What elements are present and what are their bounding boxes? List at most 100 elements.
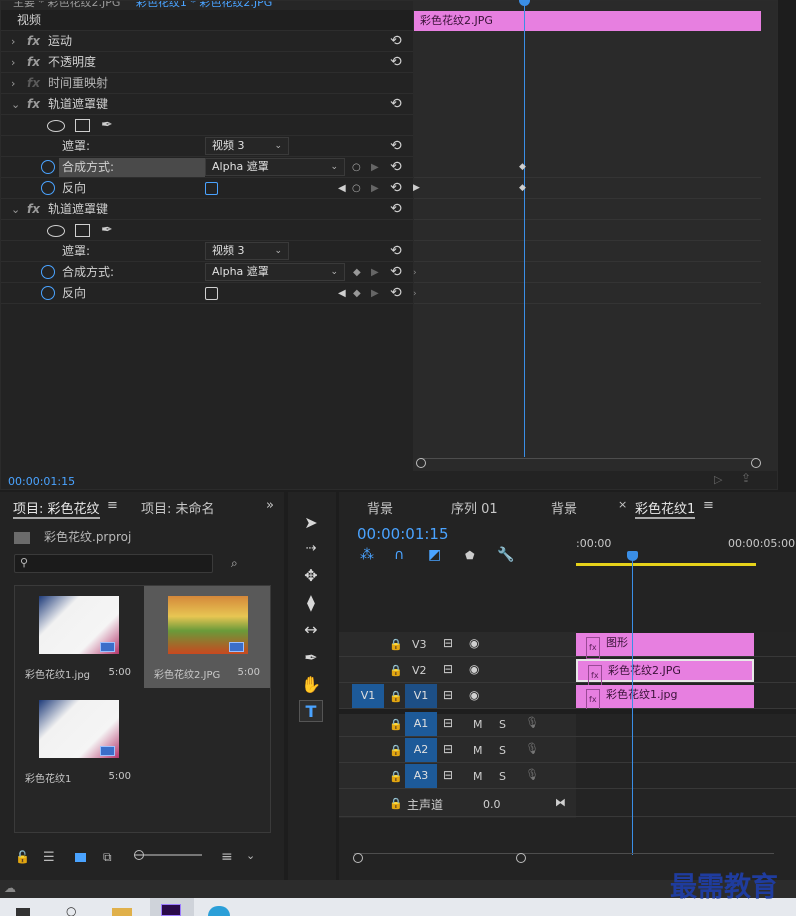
track-v2[interactable]: 🔒 V2 ⊟ ◉ fx 彩色花纹2.JPG	[339, 658, 796, 687]
track-select-tool-icon[interactable]: ⇢	[299, 538, 323, 560]
nest-icon[interactable]: ⁂	[360, 547, 374, 563]
stopwatch-icon[interactable]	[41, 181, 55, 195]
scroll-handle-left[interactable]	[416, 458, 426, 468]
tab-sequence-bg1[interactable]: 背景	[367, 498, 393, 517]
hand-tool-icon[interactable]: ✋	[299, 674, 323, 696]
invert-checkbox[interactable]	[205, 287, 218, 300]
lock-icon[interactable]: 🔒	[389, 664, 403, 677]
matte-dropdown[interactable]: 视频 3 ⌄	[205, 242, 289, 260]
fx-icon[interactable]: fx	[27, 199, 40, 220]
stopwatch-icon[interactable]	[41, 265, 55, 279]
keyframe-icon[interactable]: ◆	[519, 183, 526, 193]
export-icon[interactable]: ⇪	[741, 471, 751, 485]
sync-icon[interactable]: ⊟	[443, 636, 453, 650]
lock-icon[interactable]: 🔒	[389, 690, 403, 703]
timeline-timecode[interactable]: 00:00:01:15	[357, 525, 449, 543]
sort-icon[interactable]: ≡	[221, 849, 233, 865]
scroll-handle-right[interactable]	[751, 458, 761, 468]
fx-icon[interactable]: fx	[27, 94, 40, 115]
microphone-icon[interactable]: 🎙	[525, 716, 539, 729]
razor-tool-icon[interactable]: ⧫	[299, 592, 323, 614]
reset-icon[interactable]: ⟲	[390, 136, 402, 157]
reset-icon[interactable]: ⟲	[390, 178, 402, 199]
scroll-handle-left[interactable]	[353, 853, 363, 863]
microphone-icon[interactable]: 🎙	[525, 742, 539, 755]
add-keyframe-icon[interactable]: ○	[352, 157, 361, 178]
track-v1[interactable]: V1 🔒 V1 ⊟ ◉ fx 彩色花纹1.jpg	[339, 684, 796, 711]
reset-icon[interactable]: ⟲	[390, 241, 402, 262]
work-area-bar[interactable]	[576, 563, 756, 566]
tab-menu-icon[interactable]: ≡	[703, 498, 714, 513]
rectangle-mask-icon[interactable]	[75, 224, 90, 237]
track-a2[interactable]: 🔒 A2 ⊟ M S 🎙	[339, 738, 796, 763]
cloud-sync-icon[interactable]: ☁	[4, 881, 16, 895]
selection-tool-icon[interactable]: ➤	[299, 512, 323, 534]
lock-icon[interactable]: 🔓	[15, 850, 30, 864]
stopwatch-icon[interactable]	[41, 286, 55, 300]
effect-track-matte-2[interactable]: ⌄ fx 轨道遮罩键 ⟲	[1, 199, 413, 220]
icon-view-icon[interactable]	[75, 853, 86, 862]
tab-sequence-clip[interactable]: 彩色花纹1 * 彩色花纹2.JPG	[136, 1, 272, 9]
zoom-slider-handle[interactable]	[134, 850, 144, 860]
more-tabs-icon[interactable]: »	[266, 498, 274, 513]
chevron-down-icon[interactable]: ⌄	[11, 94, 20, 115]
ellipse-mask-icon[interactable]	[47, 120, 65, 132]
next-keyframe-icon[interactable]: ▶	[371, 178, 379, 199]
mute-button[interactable]: M	[473, 718, 483, 731]
project-item[interactable]: 彩色花纹2.JPG 5:00	[144, 586, 270, 688]
rectangle-mask-icon[interactable]	[75, 119, 90, 132]
reset-icon[interactable]: ⟲	[390, 157, 402, 178]
snap-icon[interactable]: ∩	[394, 547, 404, 563]
project-item[interactable]: 彩色花纹1 5:00	[15, 690, 141, 792]
search-icon[interactable]: ○	[66, 904, 76, 916]
mute-button[interactable]: M	[473, 770, 483, 783]
effect-track-matte-1[interactable]: ⌄ fx 轨道遮罩键 ⟲	[1, 94, 413, 115]
pen-tool-icon[interactable]: ✒	[299, 647, 323, 669]
track-target-a1[interactable]: A1	[405, 712, 437, 736]
reset-icon[interactable]: ⟲	[390, 94, 402, 115]
invert-checkbox[interactable]	[205, 182, 218, 195]
effect-timecode[interactable]: 00:00:01:15	[8, 475, 75, 488]
next-keyframe-icon[interactable]: ▶	[371, 283, 379, 304]
sync-icon[interactable]: ⊟	[443, 688, 453, 702]
fx-icon[interactable]: fx	[27, 73, 40, 94]
sync-icon[interactable]: ⊟	[443, 662, 453, 676]
solo-button[interactable]: S	[499, 718, 506, 731]
scroll-handle-right[interactable]	[516, 853, 526, 863]
timeline-zoom-scrollbar[interactable]	[353, 853, 774, 865]
tab-project-active[interactable]: 项目: 彩色花纹	[13, 498, 100, 519]
timeline-playhead[interactable]	[632, 555, 633, 855]
mute-button[interactable]: M	[473, 744, 483, 757]
sync-icon[interactable]: ⊟	[443, 742, 453, 756]
add-keyframe-icon[interactable]: ◆	[353, 262, 361, 283]
sync-icon[interactable]: ⊟	[443, 768, 453, 782]
new-bin-search-icon[interactable]: ⌕	[231, 556, 238, 571]
tab-master-clip[interactable]: 主要 * 彩色花纹2.JPG	[13, 1, 120, 9]
go-to-end-icon[interactable]: ⧓	[555, 796, 566, 809]
composite-dropdown[interactable]: Alpha 遮罩 ⌄	[205, 158, 345, 176]
track-v3[interactable]: 🔒 V3 ⊟ ◉ fx 图形	[339, 632, 796, 659]
master-volume[interactable]: 0.0	[483, 798, 501, 811]
reset-icon[interactable]: ⟲	[390, 52, 402, 73]
zoom-slider[interactable]	[134, 854, 202, 856]
eye-icon[interactable]: ◉	[469, 662, 479, 676]
next-keyframe-icon[interactable]: ▶	[371, 157, 379, 178]
type-tool-icon[interactable]: T	[299, 700, 323, 722]
solo-button[interactable]: S	[499, 744, 506, 757]
tab-project-other[interactable]: 项目: 未命名	[141, 498, 215, 517]
chevron-right-icon[interactable]: ›	[11, 31, 15, 52]
add-keyframe-icon[interactable]: ◆	[353, 283, 361, 304]
source-patch-v1[interactable]: V1	[352, 684, 384, 708]
chevron-down-icon[interactable]: ⌄	[246, 849, 255, 862]
prev-keyframe-icon[interactable]: ◀	[338, 178, 346, 199]
pen-mask-icon[interactable]: ✒	[101, 220, 113, 241]
add-keyframe-icon[interactable]: ○	[352, 178, 361, 199]
reset-icon[interactable]: ⟲	[390, 199, 402, 220]
effect-motion[interactable]: › fx 运动 ⟲	[1, 31, 413, 52]
chevron-down-icon[interactable]: ⌄	[11, 199, 20, 220]
close-tab-icon[interactable]: ×	[618, 498, 627, 511]
clip-flower2[interactable]: fx 彩色花纹2.JPG	[576, 659, 754, 687]
premiere-pro-icon[interactable]	[161, 904, 181, 916]
sync-icon[interactable]: ⊟	[443, 716, 453, 730]
linked-selection-icon[interactable]: ◩	[428, 547, 441, 563]
